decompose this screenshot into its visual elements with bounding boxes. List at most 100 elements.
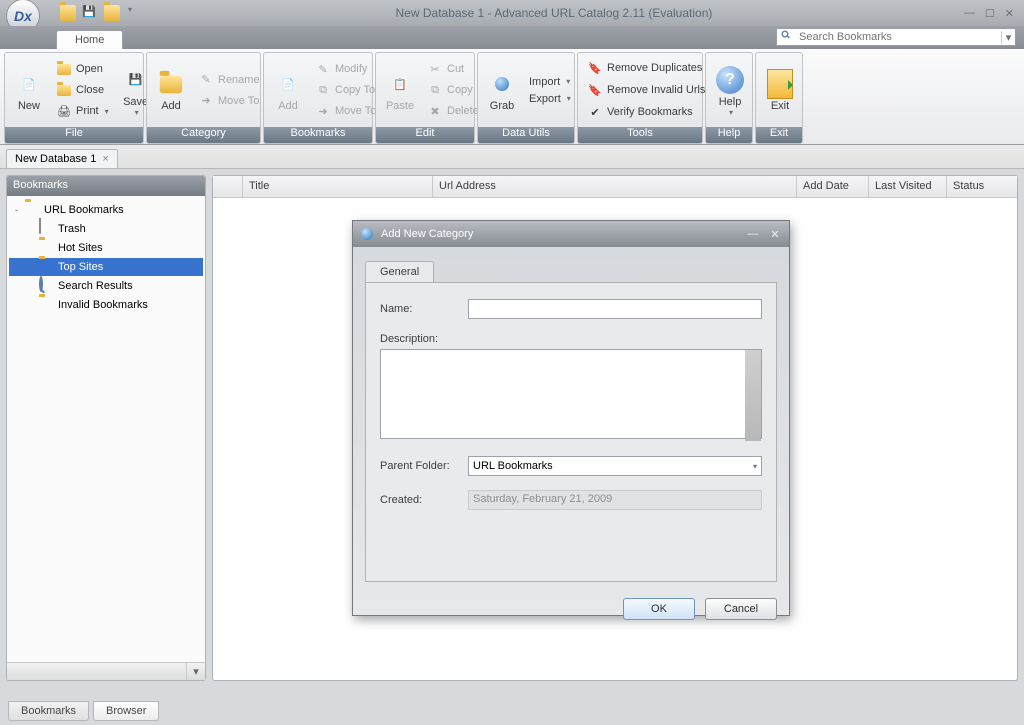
group-label-help: Help <box>706 127 752 143</box>
tree-node-top-sites[interactable]: Top Sites <box>9 258 203 276</box>
tree-node-url-bookmarks[interactable]: -URL Bookmarks <box>9 201 203 219</box>
copy-icon: ⧉ <box>427 82 443 98</box>
grab-label: Grab <box>490 100 514 112</box>
group-label-edit: Edit <box>376 127 474 143</box>
grid-header: Title Url Address Add Date Last Visited … <box>213 176 1017 198</box>
textarea-scrollbar[interactable] <box>745 350 761 441</box>
new-label: New <box>18 100 40 112</box>
modify-label: Modify <box>335 63 367 75</box>
search-icon <box>780 29 796 45</box>
open-button[interactable]: Open <box>51 59 114 79</box>
open-icon[interactable] <box>60 5 76 21</box>
grid-col-icon[interactable] <box>213 176 243 197</box>
open-label: Open <box>76 63 103 75</box>
verify-label: Verify Bookmarks <box>607 106 693 118</box>
grid-col-title[interactable]: Title <box>243 176 433 197</box>
description-label: Description: <box>380 333 762 345</box>
dialog-title-text: Add New Category <box>381 228 473 240</box>
verify-bookmarks-button[interactable]: ✔Verify Bookmarks <box>582 102 710 122</box>
grid-col-lastvisited[interactable]: Last Visited <box>869 176 947 197</box>
grab-button[interactable]: Grab <box>482 65 522 115</box>
search-dropdown-icon[interactable]: ▾ <box>1001 31 1015 44</box>
rename-label: Rename <box>218 74 260 86</box>
created-value: Saturday, February 21, 2009 <box>468 490 762 510</box>
scroll-dropdown-icon[interactable]: ▾ <box>187 663 205 680</box>
delete-icon: ✖ <box>427 103 443 119</box>
save-icon[interactable]: 💾 <box>82 5 98 21</box>
tab-home[interactable]: Home <box>56 30 123 49</box>
moveto-bookmark-button[interactable]: ➜Move To <box>310 101 381 121</box>
copy-label: Copy <box>447 84 473 96</box>
copy-button[interactable]: ⧉ Copy <box>422 80 484 100</box>
tree-node-label: Search Results <box>58 280 133 292</box>
chevron-down-icon: ▾ <box>105 107 109 116</box>
remove-duplicates-button[interactable]: 🔖Remove Duplicates <box>582 58 710 78</box>
exit-button[interactable]: Exit <box>760 65 800 115</box>
removeinv-label: Remove Invalid Urls <box>607 84 705 96</box>
tree-node-hot-sites[interactable]: Hot Sites <box>9 239 203 257</box>
add-bookmark-button[interactable]: 📄 Add <box>268 65 308 115</box>
parent-folder-select[interactable]: URL Bookmarks ▾ <box>468 456 762 476</box>
ribbon-group-tools: 🔖Remove Duplicates 🔖Remove Invalid Urls … <box>577 52 703 144</box>
move-label: Move To <box>218 95 259 107</box>
rename-category-button[interactable]: ✎ Rename <box>193 70 265 90</box>
add-category-dialog: Add New Category — ✕ General Name: Descr… <box>352 220 790 616</box>
sidebar-header: Bookmarks <box>7 176 205 196</box>
close-button[interactable]: ✕ <box>1005 7 1014 20</box>
dialog-tab-general[interactable]: General <box>365 261 434 282</box>
rename-icon: ✎ <box>198 72 214 88</box>
name-input[interactable] <box>468 299 762 319</box>
description-textarea[interactable] <box>380 349 762 439</box>
delete-button[interactable]: ✖Delete <box>422 101 484 121</box>
print-button[interactable]: 🖨Print▾ <box>51 101 114 121</box>
chevron-down-icon: ▾ <box>135 108 139 117</box>
new-button[interactable]: 📄 New <box>9 65 49 115</box>
tree-node-trash[interactable]: Trash <box>9 220 203 238</box>
dialog-close-button[interactable]: ✕ <box>767 228 783 241</box>
ribbon: 📄 New Open Close 🖨Print▾ 💾 Save▾ File Ad… <box>0 49 1024 145</box>
cut-button[interactable]: ✂Cut <box>422 59 484 79</box>
ribbon-group-category: Add ✎ Rename ➜ Move To Category <box>146 52 261 144</box>
tree-view[interactable]: -URL BookmarksTrashHot SitesTop Sites Sea… <box>7 196 205 662</box>
quick-access-toolbar: 💾 ▾ <box>60 5 144 21</box>
removedup-label: Remove Duplicates <box>607 62 702 74</box>
add-category-label: Add <box>161 100 181 112</box>
grid-col-adddate[interactable]: Add Date <box>797 176 869 197</box>
copyto-button[interactable]: ⧉Copy To <box>310 80 381 100</box>
grid-col-status[interactable]: Status <box>947 176 1017 197</box>
search-input[interactable] <box>799 31 1001 43</box>
export-button[interactable]: Export▾ <box>524 91 576 107</box>
move-category-button[interactable]: ➜ Move To <box>193 91 265 111</box>
grid-col-url[interactable]: Url Address <box>433 176 797 197</box>
close-tab-icon[interactable]: × <box>102 153 108 165</box>
sidebar-hscroll[interactable]: ▾ <box>7 662 205 680</box>
ribbon-group-file: 📄 New Open Close 🖨Print▾ 💾 Save▾ File <box>4 52 144 144</box>
remove-invalid-button[interactable]: 🔖Remove Invalid Urls <box>582 80 710 100</box>
add-category-button[interactable]: Add <box>151 65 191 115</box>
move-icon: ➜ <box>198 93 214 109</box>
modify-button[interactable]: ✎Modify <box>310 59 381 79</box>
qat-dropdown-icon[interactable]: ▾ <box>128 5 144 21</box>
dialog-titlebar[interactable]: Add New Category — ✕ <box>353 221 789 247</box>
close-file-button[interactable]: Close <box>51 80 114 100</box>
group-label-category: Category <box>147 127 260 143</box>
folder-red-icon <box>39 297 55 313</box>
import-button[interactable]: Import▾ <box>524 74 576 90</box>
add-icon[interactable] <box>104 5 120 21</box>
tree-node-invalid-bookmarks[interactable]: Invalid Bookmarks <box>9 296 203 314</box>
tree-node-search-results[interactable]: Search Results <box>9 277 203 295</box>
cancel-button[interactable]: Cancel <box>705 598 777 620</box>
bottom-tab-bookmarks[interactable]: Bookmarks <box>8 701 89 721</box>
dialog-minimize-button[interactable]: — <box>745 228 761 240</box>
search-icon <box>39 278 55 294</box>
maximize-button[interactable]: ☐ <box>985 7 995 20</box>
document-tab[interactable]: New Database 1 × <box>6 149 118 168</box>
paste-button[interactable]: 📋 Paste <box>380 65 420 115</box>
minimize-button[interactable]: — <box>964 7 975 20</box>
ok-button[interactable]: OK <box>623 598 695 620</box>
help-button[interactable]: ? Help▾ <box>710 61 750 120</box>
search-bookmarks-box[interactable]: ▾ <box>776 28 1016 46</box>
expand-icon[interactable]: - <box>11 205 22 215</box>
window-title: New Database 1 - Advanced URL Catalog 2.… <box>144 6 964 20</box>
bottom-tab-browser[interactable]: Browser <box>93 701 159 721</box>
